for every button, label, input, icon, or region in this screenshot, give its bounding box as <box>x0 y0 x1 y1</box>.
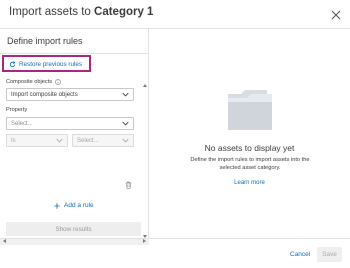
value-select[interactable]: Select... <box>72 134 134 147</box>
scroll-left-arrow[interactable] <box>3 239 6 243</box>
footer-divider <box>0 238 350 239</box>
panel-separator <box>148 29 149 238</box>
save-button[interactable]: Save <box>317 247 342 262</box>
value-placeholder: Select... <box>77 137 99 144</box>
composite-objects-label: Composite objects <box>6 79 61 85</box>
save-label: Save <box>322 251 337 258</box>
folder-icon <box>228 90 272 130</box>
property-label: Property <box>6 107 27 113</box>
operator-select[interactable]: Is <box>6 134 68 147</box>
chevron-down-icon <box>122 121 129 126</box>
empty-state-description: Define the import rules to import assets… <box>190 157 310 171</box>
add-rule-button[interactable]: Add a rule <box>54 202 94 209</box>
close-button[interactable] <box>330 8 342 20</box>
restore-icon <box>9 61 16 68</box>
restore-label: Restore previous rules <box>19 61 82 68</box>
composite-objects-text: Composite objects <box>6 79 53 85</box>
add-rule-label: Add a rule <box>64 202 94 209</box>
trash-icon[interactable] <box>125 181 132 189</box>
show-results-button[interactable]: Show results <box>6 222 141 236</box>
scroll-up-arrow[interactable] <box>143 84 147 87</box>
dialog-title: Import assets to Category 1 <box>9 6 153 18</box>
property-text: Property <box>6 107 28 113</box>
horizontal-scrollbar[interactable] <box>0 238 149 245</box>
panel-title: Define import rules <box>7 36 83 46</box>
chevron-down-icon <box>56 138 63 143</box>
restore-highlight: Restore previous rules <box>2 55 91 72</box>
composite-objects-select[interactable]: Import composite objects <box>6 88 134 101</box>
dialog-title-category: Category 1 <box>94 6 154 18</box>
cancel-button[interactable]: Cancel <box>290 251 310 258</box>
dialog-header: Import assets to Category 1 <box>0 0 350 28</box>
panel-divider <box>0 53 149 54</box>
plus-icon <box>54 202 60 209</box>
property-placeholder: Select... <box>11 120 33 127</box>
show-results-label: Show results <box>55 225 92 233</box>
info-icon[interactable] <box>55 79 61 85</box>
empty-state-title: No assets to display yet <box>204 143 295 153</box>
import-rules-panel: Define import rules Restore previous rul… <box>0 29 149 245</box>
composite-objects-value: Import composite objects <box>11 91 78 98</box>
operator-value: Is <box>11 137 16 144</box>
scroll-right-arrow[interactable] <box>143 239 146 243</box>
chevron-down-icon <box>122 92 129 97</box>
learn-more-link[interactable]: Learn more <box>149 180 350 186</box>
restore-previous-rules-link[interactable]: Restore previous rules <box>9 61 82 68</box>
property-select[interactable]: Select... <box>6 117 134 130</box>
close-icon <box>331 10 341 20</box>
dialog-title-prefix: Import assets to <box>9 6 95 18</box>
chevron-down-icon <box>122 138 129 143</box>
